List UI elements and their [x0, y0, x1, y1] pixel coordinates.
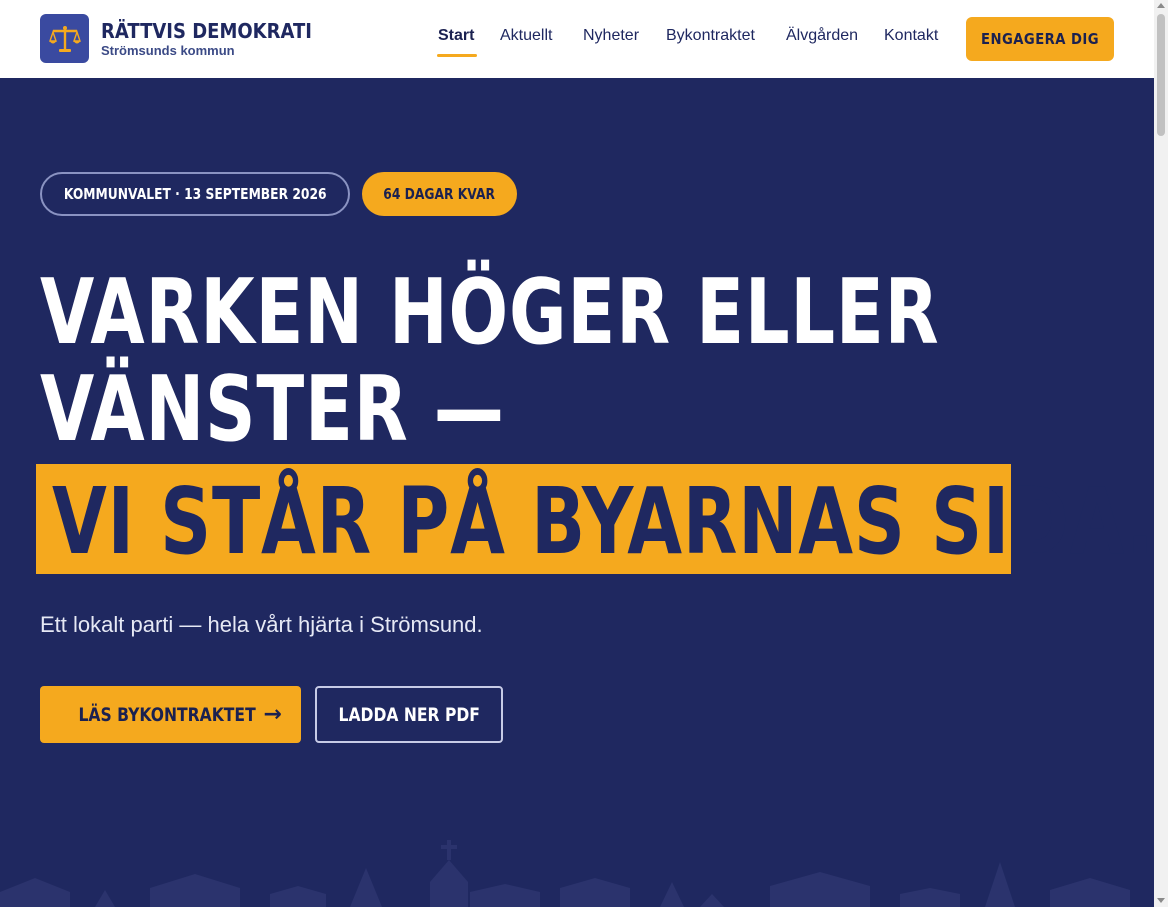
site-header: RÄTTVIS DEMOKRATI Strömsunds kommun Star… [0, 0, 1154, 78]
scroll-down-arrow-icon[interactable] [1157, 898, 1165, 903]
nav-active-indicator [437, 54, 477, 57]
scroll-up-arrow-icon[interactable] [1157, 3, 1165, 8]
nav-item-aktuellt[interactable]: Aktuellt [500, 27, 552, 45]
headline-line-2: VÄNSTER — [40, 357, 505, 462]
countdown-badge: 64 DAGAR KVAR [362, 172, 517, 216]
download-pdf-button[interactable]: LADDA NER PDF [315, 686, 503, 743]
election-date-badge: KOMMUNVALET · 13 SEPTEMBER 2026 [40, 172, 350, 216]
nav-item-nyheter[interactable]: Nyheter [583, 27, 639, 45]
village-skyline-illustration [0, 840, 1130, 907]
engage-button-label: ENGAGERA DIG [981, 30, 1099, 48]
arrow-right-icon: → [263, 702, 282, 727]
nav-item-alvgarden[interactable]: Älvgården [786, 27, 858, 45]
hero-lead-text: Ett lokalt parti — hela vårt hjärta i St… [40, 612, 483, 637]
scroll-thumb[interactable] [1157, 14, 1165, 136]
nav-item-bykontraktet[interactable]: Bykontraktet [666, 27, 755, 45]
scrollbar[interactable] [1154, 0, 1168, 907]
nav-item-kontakt[interactable]: Kontakt [884, 27, 938, 45]
download-pdf-label: LADDA NER PDF [338, 703, 480, 726]
countdown-text: 64 DAGAR KVAR [383, 185, 496, 203]
nav-item-start[interactable]: Start [438, 27, 474, 45]
brand-subtitle: Strömsunds kommun [101, 43, 235, 58]
read-contract-label: LÄS BYKONTRAKTET [78, 703, 256, 726]
headline-line-1: VARKEN HÖGER ELLER [40, 260, 940, 365]
election-date-text: KOMMUNVALET · 13 SEPTEMBER 2026 [63, 185, 327, 203]
scales-icon [48, 25, 81, 52]
logo[interactable] [40, 14, 89, 63]
engage-button[interactable]: ENGAGERA DIG [966, 17, 1114, 61]
brand-title[interactable]: RÄTTVIS DEMOKRATI [101, 19, 312, 43]
read-contract-button[interactable]: LÄS BYKONTRAKTET → [40, 686, 301, 743]
headline-highlight: VI STÅR PÅ BYARNAS SIDA. [52, 468, 1155, 575]
